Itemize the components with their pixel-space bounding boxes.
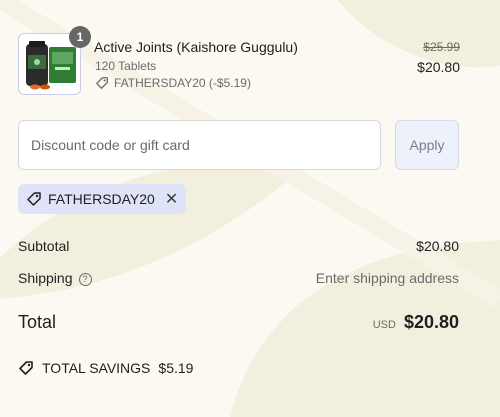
product-variant: 120 Tablets [95, 59, 157, 73]
tag-icon [96, 77, 108, 89]
shipping-value: Enter shipping address [315, 270, 459, 286]
line-discount: FATHERSDAY20 (-$5.19) [95, 76, 251, 90]
tag-icon [27, 192, 41, 206]
apply-button[interactable]: Apply [395, 120, 459, 170]
applied-discount-chip: FATHERSDAY20 ✕ [18, 184, 187, 214]
cart-line-item: 1 Active Joints (Kaishore Guggulu) 120 T… [18, 26, 460, 95]
savings-value: $5.19 [158, 360, 194, 376]
currency-code: USD [372, 319, 396, 331]
supplement-bottle-image [26, 41, 76, 90]
line-discount-text: FATHERSDAY20 (-$5.19) [114, 76, 251, 90]
product-thumbnail: 1 [18, 26, 91, 95]
total-value: $20.80 [403, 312, 459, 332]
remove-discount-icon[interactable]: ✕ [165, 189, 178, 209]
subtotal-value: $20.80 [416, 238, 459, 254]
total-label: Total [18, 312, 57, 332]
shipping-label: Shipping [18, 270, 73, 286]
line-price: $20.80 [417, 59, 460, 75]
savings-label: TOTAL SAVINGS [42, 360, 151, 376]
product-name: Active Joints (Kaishore Guggulu) [94, 39, 298, 55]
help-icon[interactable]: ? [78, 272, 92, 286]
total-savings: TOTAL SAVINGS $5.19 [18, 360, 193, 376]
subtotal-row: Subtotal $20.80 [18, 238, 459, 254]
applied-code-text: FATHERSDAY20 [48, 191, 155, 207]
total-row: Total USD $20.80 [18, 312, 459, 333]
tag-icon [19, 361, 33, 375]
discount-code-input[interactable] [18, 120, 381, 170]
subtotal-label: Subtotal [18, 238, 70, 254]
original-price: $25.99 [423, 40, 460, 54]
quantity-badge: 1 [69, 26, 91, 48]
shipping-row: Shipping? Enter shipping address [18, 270, 459, 286]
